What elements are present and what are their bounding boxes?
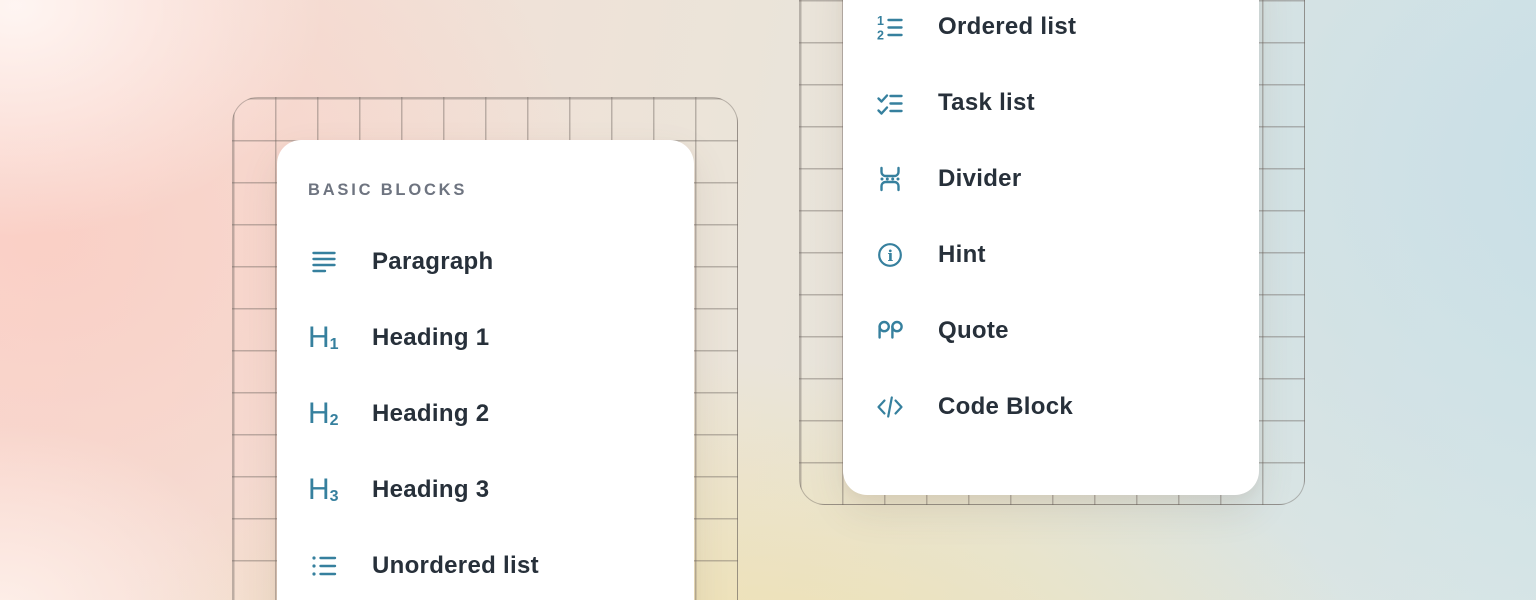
menu-item-heading-2[interactable]: H2 Heading 2 [277,376,694,452]
menu-item-list: Paragraph H1 Heading 1 H2 Heading 2 H3 H… [277,224,694,600]
menu-item-task-list[interactable]: Task list [843,65,1259,141]
menu-item-label: Unordered list [372,552,539,580]
menu-item-hint[interactable]: i Hint [843,217,1259,293]
menu-item-label: Heading 1 [372,324,489,352]
menu-item-unordered-list[interactable]: Unordered list [277,528,694,600]
menu-item-heading-1[interactable]: H1 Heading 1 [277,300,694,376]
menu-item-quote[interactable]: Quote [843,293,1259,369]
editor-blocks-hero: BASIC BLOCKS Paragraph H1 Heading 1 H2 H… [0,0,1536,600]
menu-item-label: Ordered list [938,13,1076,41]
unordered-list-icon [308,550,340,582]
menu-section-header: BASIC BLOCKS [308,178,694,202]
svg-text:2: 2 [877,29,884,42]
menu-item-heading-3[interactable]: H3 Heading 3 [277,452,694,528]
menu-item-list: 12 Ordered list Task list Divider i Hint… [843,0,1259,445]
menu-item-code-block[interactable]: Code Block [843,369,1259,445]
heading-icon: H1 [308,322,340,354]
menu-item-divider[interactable]: Divider [843,141,1259,217]
menu-item-label: Divider [938,165,1021,193]
quote-icon [874,315,906,347]
heading-icon: H2 [308,398,340,430]
menu-item-ordered-list[interactable]: 12 Ordered list [843,0,1259,65]
divider-icon [874,163,906,195]
code-block-icon [874,391,906,423]
svg-text:i: i [888,247,894,265]
menu-item-label: Code Block [938,393,1073,421]
ordered-list-icon: 12 [874,11,906,43]
paragraph-icon [308,246,340,278]
task-list-icon [874,87,906,119]
hint-icon: i [874,239,906,271]
menu-item-label: Paragraph [372,248,493,276]
basic-blocks-menu: BASIC BLOCKS Paragraph H1 Heading 1 H2 H… [277,140,694,600]
menu-item-label: Heading 3 [372,476,489,504]
blocks-menu-continued: 12 Ordered list Task list Divider i Hint… [843,0,1259,495]
menu-item-label: Quote [938,317,1009,345]
menu-item-label: Task list [938,89,1035,117]
menu-item-label: Hint [938,241,986,269]
svg-text:1: 1 [877,14,884,28]
menu-item-label: Heading 2 [372,400,489,428]
menu-item-paragraph[interactable]: Paragraph [277,224,694,300]
heading-icon: H3 [308,474,340,506]
